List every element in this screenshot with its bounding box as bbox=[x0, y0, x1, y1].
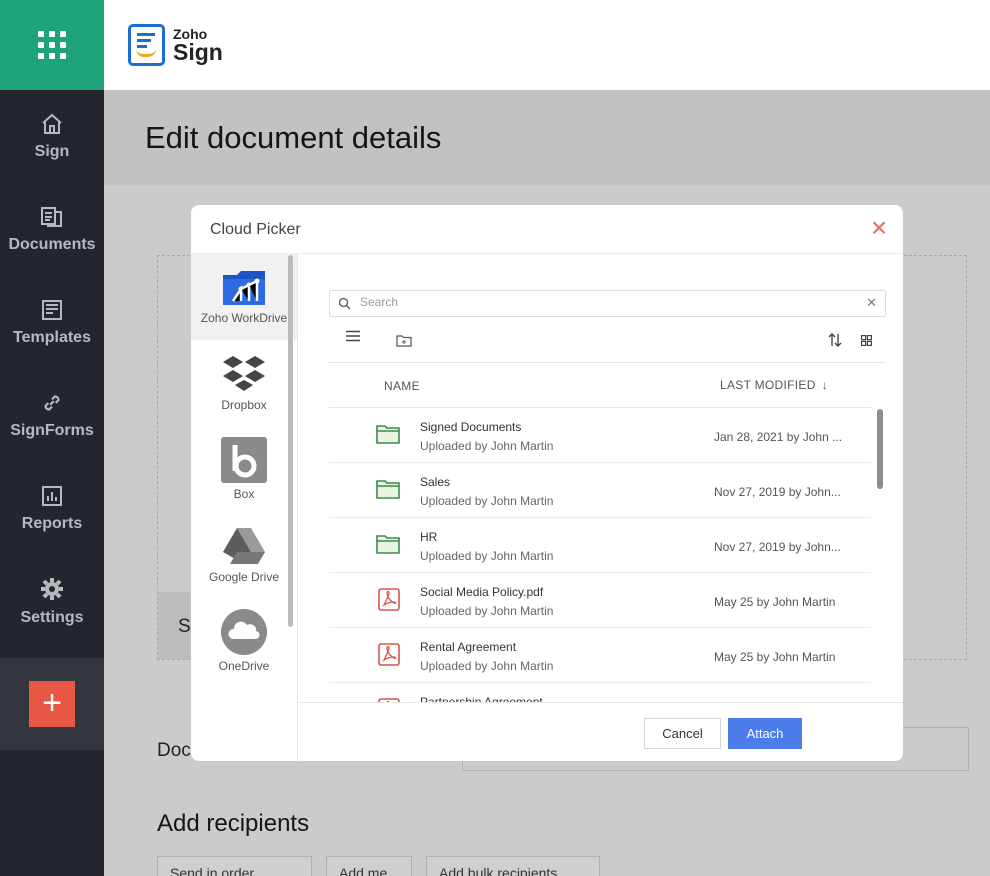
file-list: Signed Documents Uploaded by John Martin… bbox=[329, 408, 871, 703]
file-uploader: Uploaded by John Martin bbox=[420, 604, 554, 618]
add-document-button[interactable]: + bbox=[29, 681, 75, 727]
list-item[interactable]: Rental Agreement Uploaded by John Martin… bbox=[329, 628, 871, 683]
nav-item-label: Documents bbox=[8, 235, 96, 253]
provider-onedrive[interactable]: OneDrive bbox=[191, 598, 297, 684]
google-drive-icon bbox=[223, 528, 265, 564]
pdf-icon bbox=[378, 588, 400, 611]
header: Zoho Sign bbox=[104, 0, 990, 90]
nav-item-settings[interactable]: Settings bbox=[0, 555, 104, 648]
file-uploader: Uploaded by John Martin bbox=[420, 549, 554, 563]
file-modified: Nov 27, 2019 by John... bbox=[714, 485, 841, 499]
modal-footer-divider bbox=[299, 702, 903, 703]
column-header-name[interactable]: NAME bbox=[384, 379, 420, 393]
onedrive-icon bbox=[221, 609, 267, 655]
search-icon bbox=[338, 297, 351, 310]
templates-icon bbox=[42, 299, 62, 320]
file-name: Sales bbox=[420, 475, 451, 489]
link-icon bbox=[44, 394, 60, 411]
file-modified: May 25 by John Martin bbox=[714, 650, 836, 664]
box-icon bbox=[221, 437, 267, 483]
file-uploader: Uploaded by John Martin bbox=[420, 439, 554, 453]
cancel-button[interactable]: Cancel bbox=[644, 718, 721, 749]
new-folder-icon[interactable] bbox=[396, 334, 412, 347]
left-nav: Sign Documents Templates SignForms Repor… bbox=[0, 0, 104, 876]
file-list-scrollbar[interactable] bbox=[877, 409, 883, 489]
nav-add-area: + bbox=[0, 658, 104, 750]
provider-label: Box bbox=[233, 487, 255, 501]
provider-dropbox[interactable]: Dropbox bbox=[191, 340, 297, 426]
list-item[interactable]: Social Media Policy.pdf Uploaded by John… bbox=[329, 573, 871, 628]
search-input[interactable] bbox=[360, 295, 860, 309]
gear-icon bbox=[41, 577, 63, 600]
nav-item-documents[interactable]: Documents bbox=[0, 183, 104, 276]
file-name: Rental Agreement bbox=[420, 640, 517, 654]
file-uploader: Uploaded by John Martin bbox=[420, 494, 554, 508]
arrow-down-icon: ↓ bbox=[821, 378, 829, 392]
provider-list: Zoho WorkDrive Dropbox Box Google Drive … bbox=[191, 254, 298, 761]
workdrive-icon bbox=[223, 271, 265, 305]
modal-title: Cloud Picker bbox=[210, 221, 301, 238]
dropbox-icon bbox=[223, 356, 265, 391]
file-modified: Nov 27, 2019 by John... bbox=[714, 540, 841, 554]
nav-item-reports[interactable]: Reports bbox=[0, 462, 104, 555]
nav-item-label: Templates bbox=[13, 328, 91, 346]
sort-icon[interactable] bbox=[828, 333, 842, 347]
logo-icon bbox=[128, 24, 165, 66]
add-bulk-recipients-button[interactable]: Add bulk recipients bbox=[426, 856, 600, 876]
list-item[interactable]: Signed Documents Uploaded by John Martin… bbox=[329, 408, 871, 463]
provider-label: Zoho WorkDrive bbox=[200, 311, 288, 325]
brand-bottom: Sign bbox=[173, 38, 223, 65]
file-modified: May 25 by John Martin bbox=[714, 595, 836, 609]
documents-icon bbox=[41, 206, 62, 227]
pdf-icon bbox=[378, 643, 400, 666]
search-box: ✕ bbox=[329, 290, 886, 317]
list-divider bbox=[329, 362, 886, 363]
provider-label: Google Drive bbox=[208, 570, 280, 584]
close-icon[interactable]: × bbox=[869, 214, 889, 242]
file-uploader: Uploaded by John Martin bbox=[420, 659, 554, 673]
cloud-picker-modal: Cloud Picker × Zoho WorkDrive Dropbox Bo… bbox=[191, 205, 903, 761]
apps-grid-icon bbox=[38, 31, 66, 59]
list-item[interactable]: Sales Uploaded by John Martin Nov 27, 20… bbox=[329, 463, 871, 518]
column-header-last-modified[interactable]: LAST MODIFIED ↓ bbox=[720, 378, 828, 392]
nav-item-sign[interactable]: Sign bbox=[0, 90, 104, 183]
home-icon bbox=[42, 113, 62, 134]
file-name: HR bbox=[420, 530, 438, 544]
list-item[interactable]: Partnership Agreement bbox=[329, 683, 871, 703]
list-item[interactable]: HR Uploaded by John Martin Nov 27, 2019 … bbox=[329, 518, 871, 573]
document-name-label: Doc bbox=[157, 740, 191, 761]
nav-item-signforms[interactable]: SignForms bbox=[0, 369, 104, 462]
page-title: Edit document details bbox=[145, 120, 442, 155]
add-me-button[interactable]: Add me bbox=[326, 856, 412, 876]
nav-item-label: Settings bbox=[20, 608, 84, 626]
zoho-sign-logo[interactable]: Zoho Sign bbox=[128, 24, 223, 66]
attach-button[interactable]: Attach bbox=[728, 718, 802, 749]
column-header-label: LAST MODIFIED bbox=[720, 378, 816, 392]
apps-grid-button[interactable] bbox=[0, 0, 104, 90]
folder-icon bbox=[376, 425, 400, 444]
folder-icon bbox=[376, 480, 400, 499]
provider-label: Dropbox bbox=[221, 398, 267, 412]
clear-search-icon[interactable]: ✕ bbox=[866, 295, 877, 311]
reports-icon bbox=[42, 485, 62, 506]
grid-view-icon[interactable] bbox=[861, 335, 872, 346]
nav-item-label: Reports bbox=[21, 514, 83, 532]
list-view-icon[interactable] bbox=[346, 330, 360, 342]
provider-scrollbar[interactable] bbox=[288, 255, 293, 627]
nav-item-label: SignForms bbox=[10, 421, 94, 439]
file-name: Signed Documents bbox=[420, 420, 522, 434]
provider-google-drive[interactable]: Google Drive bbox=[191, 512, 297, 598]
provider-box[interactable]: Box bbox=[191, 426, 297, 512]
file-name: Social Media Policy.pdf bbox=[420, 585, 544, 599]
folder-icon bbox=[376, 535, 400, 554]
provider-label: OneDrive bbox=[218, 659, 270, 673]
send-in-order-button[interactable]: Send in order bbox=[157, 856, 312, 876]
nav-item-templates[interactable]: Templates bbox=[0, 276, 104, 369]
file-modified: Jan 28, 2021 by John ... bbox=[714, 430, 843, 444]
add-recipients-heading: Add recipients bbox=[157, 810, 310, 837]
nav-item-label: Sign bbox=[34, 142, 70, 160]
provider-zoho-workdrive[interactable]: Zoho WorkDrive bbox=[191, 254, 297, 340]
